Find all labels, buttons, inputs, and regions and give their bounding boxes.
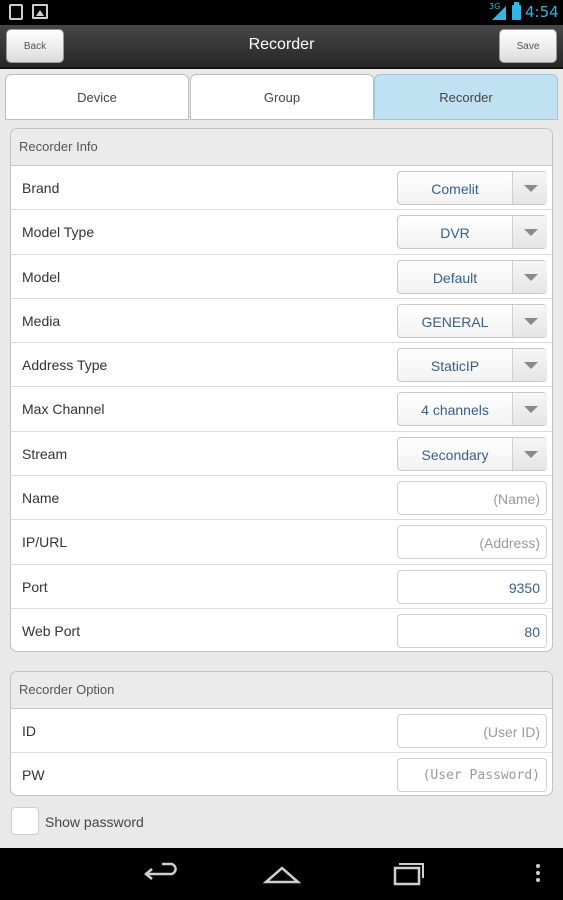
- tab-bar: Device Group Recorder: [0, 69, 563, 123]
- model-type-value: DVR: [440, 225, 470, 242]
- model-type-select[interactable]: DVR: [397, 215, 547, 250]
- model-type-label: Model Type: [22, 224, 95, 241]
- max-channel-row: Max Channel 4 channels: [11, 387, 552, 432]
- recorder-option-header: Recorder Option: [11, 672, 552, 709]
- status-bar: 3G 4:54: [0, 0, 563, 25]
- stream-row: Stream Secondary: [11, 432, 552, 477]
- stream-label: Stream: [22, 445, 68, 462]
- web-port-input[interactable]: 80: [397, 613, 547, 648]
- name-label: Name: [22, 490, 60, 507]
- show-password-checkbox[interactable]: [11, 807, 39, 835]
- tab-device[interactable]: Device: [5, 74, 189, 120]
- brand-value: Comelit: [431, 181, 479, 197]
- name-input[interactable]: (Name): [397, 481, 547, 516]
- nav-back-icon[interactable]: [142, 860, 186, 888]
- chevron-down-icon: [512, 393, 547, 426]
- user-id-row: ID (User ID): [11, 709, 552, 754]
- web-port-label: Web Port: [22, 622, 81, 639]
- image-notification-icon: [32, 4, 48, 19]
- name-row: Name (Name): [11, 476, 552, 521]
- model-value: Default: [432, 269, 478, 286]
- chevron-down-icon: [512, 260, 547, 293]
- chevron-down-icon: [512, 172, 547, 204]
- brand-row: Brand Comelit: [11, 166, 552, 211]
- chevron-down-icon: [512, 304, 547, 337]
- address-type-row: Address Type StaticIP: [11, 343, 552, 388]
- recorder-option-panel: Recorder Option ID (User ID) PW (User Pa…: [10, 671, 553, 796]
- brand-select[interactable]: Comelit: [397, 171, 547, 205]
- show-password-label: Show password: [45, 814, 144, 830]
- save-button[interactable]: Save: [499, 29, 557, 63]
- ip-url-input[interactable]: (Address): [397, 525, 547, 560]
- media-label: Media: [22, 312, 61, 329]
- address-type-select[interactable]: StaticIP: [397, 348, 547, 383]
- status-clock: 4:54: [525, 3, 559, 21]
- port-input[interactable]: 9350: [397, 569, 547, 604]
- chevron-down-icon: [512, 349, 547, 382]
- max-channel-value: 4 channels: [421, 402, 489, 419]
- signal-icon: [492, 6, 506, 20]
- recorder-info-header: Recorder Info: [11, 129, 552, 166]
- user-id-input[interactable]: (User ID): [397, 714, 547, 748]
- address-type-value: StaticIP: [430, 358, 480, 375]
- password-row: PW (User Password): [11, 753, 552, 795]
- stream-value: Secondary: [421, 446, 489, 463]
- show-password-toggle[interactable]: Show password: [10, 806, 260, 836]
- password-input[interactable]: (User Password): [397, 758, 547, 793]
- port-label: Port: [22, 578, 48, 595]
- brand-label: Brand: [22, 180, 60, 196]
- model-row: Model Default: [11, 255, 552, 299]
- ip-url-label: IP/URL: [22, 534, 68, 551]
- media-select[interactable]: GENERAL: [397, 303, 547, 338]
- stream-select[interactable]: Secondary: [397, 436, 547, 471]
- user-id-label: ID: [22, 723, 36, 739]
- nav-recent-apps-icon[interactable]: [385, 860, 429, 888]
- recorder-info-panel: Recorder Info Brand Comelit Model Type D…: [10, 128, 553, 652]
- web-port-row: Web Port 80: [11, 609, 552, 651]
- model-type-row: Model Type DVR: [11, 210, 552, 255]
- port-row: Port 9350: [11, 565, 552, 609]
- max-channel-select[interactable]: 4 channels: [397, 392, 547, 427]
- model-label: Model: [22, 268, 61, 285]
- notification-icon: [9, 4, 23, 20]
- nav-menu-icon[interactable]: [528, 860, 548, 888]
- nav-home-icon[interactable]: [260, 860, 304, 888]
- address-type-label: Address Type: [22, 357, 108, 374]
- model-select[interactable]: Default: [397, 259, 547, 294]
- battery-icon: [512, 2, 521, 20]
- media-value: GENERAL: [421, 313, 489, 330]
- tab-recorder[interactable]: Recorder: [374, 74, 558, 120]
- action-bar: Back Recorder Save: [0, 25, 563, 69]
- tab-group[interactable]: Group: [190, 74, 374, 120]
- navigation-bar: [0, 848, 563, 900]
- max-channel-label: Max Channel: [22, 401, 105, 418]
- password-label: PW: [22, 767, 45, 784]
- chevron-down-icon: [512, 216, 547, 249]
- media-row: Media GENERAL: [11, 299, 552, 344]
- ip-url-row: IP/URL (Address): [11, 520, 552, 565]
- chevron-down-icon: [512, 437, 547, 470]
- page-title: Recorder: [248, 36, 315, 53]
